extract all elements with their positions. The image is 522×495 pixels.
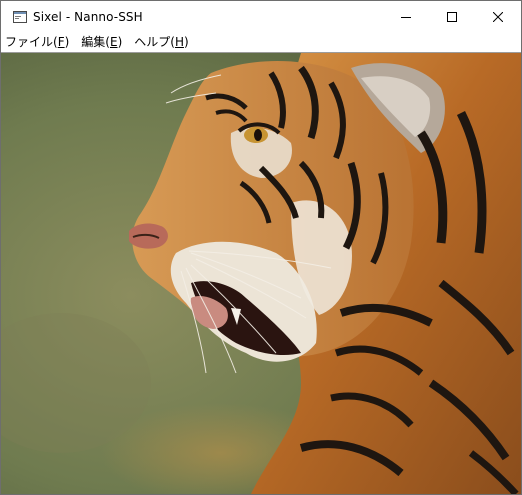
menu-help[interactable]: ヘルプ(H) — [128, 32, 194, 52]
minimize-button[interactable] — [383, 1, 429, 32]
menu-bar: ファイル(F) 編集(E) ヘルプ(H) — [1, 32, 521, 53]
menu-edit[interactable]: 編集(E) — [75, 32, 128, 52]
menu-help-label: ヘルプ( — [134, 35, 175, 49]
menu-help-suffix: ) — [183, 35, 189, 49]
menu-file-suffix: ) — [64, 35, 70, 49]
minimize-icon — [401, 16, 411, 18]
title-bar[interactable]: Sixel - Nanno-SSH — [1, 1, 521, 32]
maximize-button[interactable] — [429, 1, 475, 32]
menu-file[interactable]: ファイル(F) — [1, 32, 75, 52]
sixel-image-area[interactable] — [1, 53, 521, 494]
menu-file-accel: F — [57, 35, 65, 49]
close-button[interactable] — [475, 1, 521, 32]
menu-edit-suffix: ) — [117, 35, 123, 49]
terminal-window-icon[interactable] — [12, 9, 28, 25]
menu-edit-accel: E — [109, 35, 118, 49]
maximize-icon — [447, 11, 457, 22]
window-title: Sixel - Nanno-SSH — [33, 9, 143, 24]
menu-help-accel: H — [174, 35, 184, 49]
tiger-profile-photo — [1, 53, 521, 494]
app-window: Sixel - Nanno-SSH ファイル(F) 編集(E) ヘルプ(H) — [0, 0, 522, 495]
menu-file-label: ファイル( — [5, 35, 58, 49]
menu-edit-label: 編集( — [81, 35, 110, 49]
caption-buttons — [383, 1, 521, 32]
close-icon — [493, 11, 503, 22]
